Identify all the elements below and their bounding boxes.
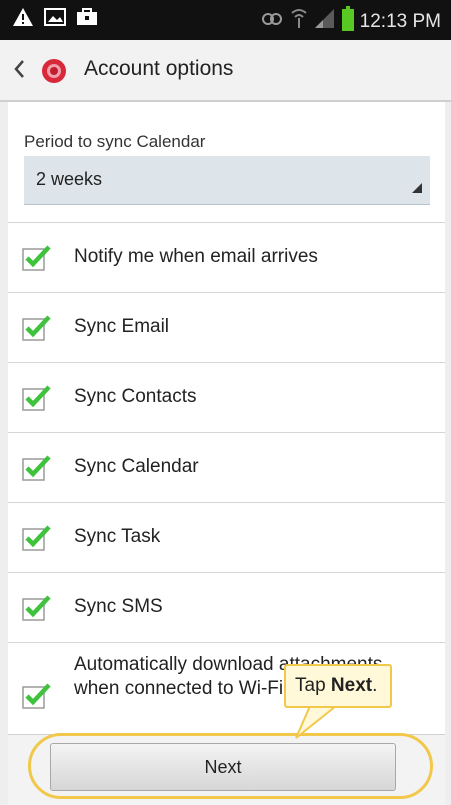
option-label: Sync Contacts (74, 386, 197, 407)
dropdown-arrow-icon (412, 180, 422, 198)
sync-icon (260, 9, 284, 34)
action-bar: Account options (0, 40, 451, 102)
option-label: Sync Email (74, 316, 170, 337)
option-sync-email[interactable]: Sync Email (8, 292, 445, 363)
option-label: Sync SMS (74, 596, 163, 617)
callout-text-suffix: . (372, 675, 378, 696)
option-label: Notify me when email arrives (74, 246, 318, 267)
battery-icon (341, 6, 354, 37)
checkbox-checked-icon[interactable] (22, 683, 52, 709)
option-label: Sync Calendar (74, 456, 199, 477)
status-time: 12:13 PM (359, 10, 441, 32)
checkbox-checked-icon[interactable] (22, 315, 52, 341)
checkbox-checked-icon[interactable] (22, 455, 52, 481)
image-icon (44, 7, 66, 32)
callout-text-prefix: Tap (295, 675, 331, 696)
email-app-icon[interactable] (40, 57, 68, 90)
checkbox-checked-icon[interactable] (22, 245, 52, 271)
chevron-left-icon[interactable] (12, 58, 26, 85)
bottom-button-bar: Next (8, 734, 445, 805)
option-sync-sms[interactable]: Sync SMS (8, 572, 445, 643)
tutorial-callout: Tap Next. (284, 664, 392, 708)
dropdown-value: 2 weeks (36, 169, 103, 189)
option-sync-calendar[interactable]: Sync Calendar (8, 432, 445, 503)
next-button[interactable]: Next (50, 743, 396, 791)
checkbox-checked-icon[interactable] (22, 525, 52, 551)
option-label: Sync Task (74, 526, 161, 547)
calendar-period-label: Period to sync Calendar (24, 132, 206, 151)
option-sync-contacts[interactable]: Sync Contacts (8, 362, 445, 433)
callout-text-bold: Next (330, 675, 373, 696)
signal-icon (314, 8, 336, 35)
option-sync-task[interactable]: Sync Task (8, 502, 445, 573)
checkbox-checked-icon[interactable] (22, 595, 52, 621)
status-bar: 12:13 PM (0, 0, 451, 40)
option-notify-email[interactable]: Notify me when email arrives (8, 222, 445, 293)
warning-icon (12, 7, 34, 32)
page-title: Account options (84, 57, 234, 80)
calendar-period-dropdown[interactable]: 2 weeks (24, 156, 430, 205)
briefcase-icon (76, 7, 98, 32)
checkbox-checked-icon[interactable] (22, 385, 52, 411)
wifi-icon (290, 8, 308, 35)
